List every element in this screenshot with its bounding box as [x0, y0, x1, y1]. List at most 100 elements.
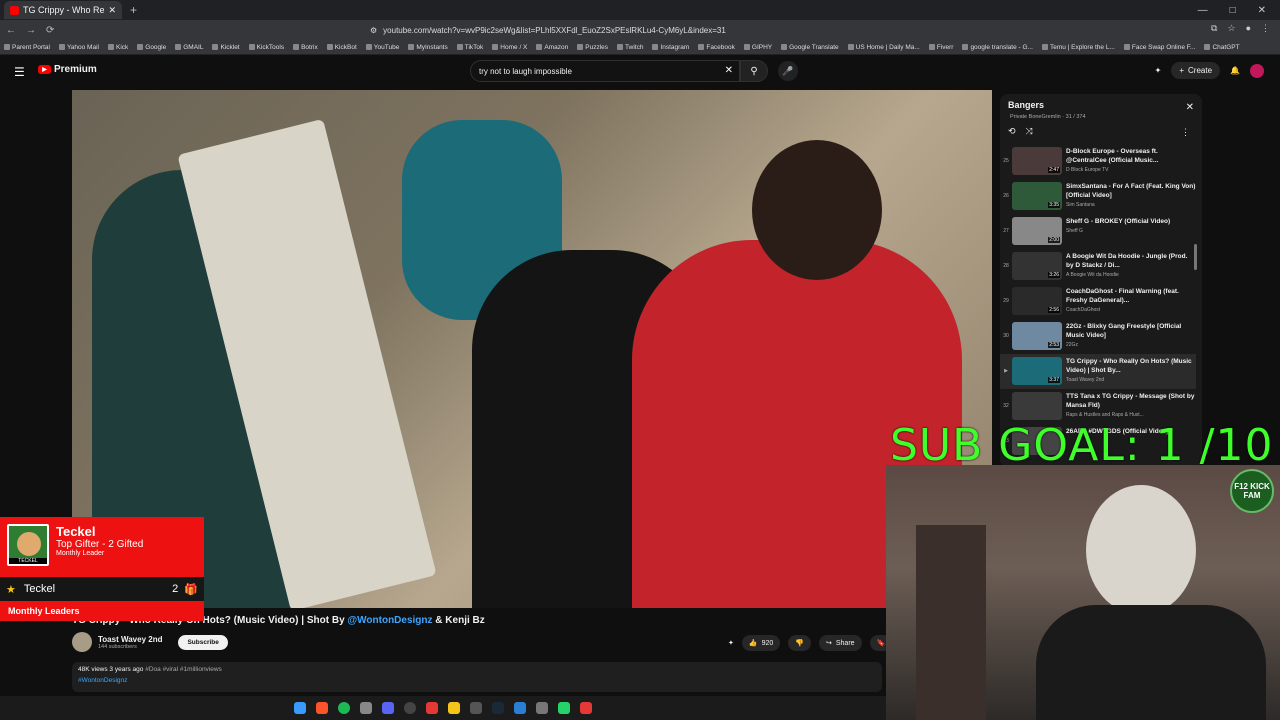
- shuffle-icon[interactable]: ⤨: [1026, 126, 1033, 137]
- cast-icon[interactable]: ✦: [1155, 66, 1162, 75]
- obs-icon[interactable]: [404, 702, 416, 714]
- bookmark-item[interactable]: MyInstants: [408, 44, 448, 51]
- search-button[interactable]: ⚲: [740, 60, 768, 82]
- profile-icon[interactable]: ●: [1246, 23, 1251, 34]
- hamburger-menu-icon[interactable]: ☰: [14, 65, 25, 79]
- bookmark-item[interactable]: Google: [137, 44, 166, 51]
- bookmark-item[interactable]: Kick: [107, 44, 128, 51]
- account-avatar[interactable]: [1250, 63, 1264, 78]
- like-button[interactable]: 👍 920: [741, 635, 781, 651]
- steam-icon[interactable]: [492, 702, 504, 714]
- playlist-scrollbar[interactable]: [1194, 244, 1197, 270]
- pin-red-icon[interactable]: [580, 702, 592, 714]
- playlist-item-duration: 3:35: [1048, 202, 1060, 208]
- bookmark-item[interactable]: TikTok: [456, 44, 483, 51]
- bookmark-item[interactable]: YouTube: [365, 44, 399, 51]
- bookmark-favicon-icon: [456, 44, 463, 50]
- sparkle-icon[interactable]: ✦: [728, 639, 734, 647]
- bookmark-label: Facebook: [706, 43, 735, 51]
- dislike-button[interactable]: 👎: [788, 635, 811, 651]
- minimize-button[interactable]: —: [1198, 5, 1208, 16]
- bookmark-item[interactable]: google translate - G...: [962, 44, 1033, 51]
- folder-icon[interactable]: [448, 702, 460, 714]
- bookmark-item[interactable]: Parent Portal: [4, 44, 50, 51]
- clear-search-icon[interactable]: ✕: [725, 65, 733, 76]
- pin-icon[interactable]: [426, 702, 438, 714]
- bookmark-item[interactable]: Google Translate: [781, 44, 839, 51]
- bookmark-item[interactable]: Yahoo Mail: [58, 44, 99, 51]
- bookmark-item[interactable]: KickBot: [326, 44, 357, 51]
- create-button[interactable]: + Create: [1171, 62, 1221, 79]
- close-window-button[interactable]: ✕: [1258, 5, 1266, 16]
- bookmark-item[interactable]: Amazon: [536, 44, 568, 51]
- video-title-link[interactable]: @WontonDesignz: [347, 615, 432, 626]
- extensions-icon[interactable]: ⧉: [1211, 23, 1217, 34]
- bookmark-label: Face Swap Online F...: [1131, 43, 1196, 51]
- channel-name[interactable]: Toast Wavey 2nd: [98, 635, 162, 644]
- maximize-button[interactable]: □: [1230, 5, 1236, 16]
- playlist-item[interactable]: 28 3:26 A Boogie Wit Da Hoodie - Jungle (P…: [1000, 249, 1196, 284]
- photos-icon[interactable]: [514, 702, 526, 714]
- bookmark-item[interactable]: Fiverr: [928, 44, 953, 51]
- playlist-item-duration: 3:26: [1048, 272, 1060, 278]
- app-icon[interactable]: [470, 702, 482, 714]
- video-player[interactable]: [72, 90, 992, 608]
- playlist-item[interactable]: ▶ 3:37 TG Crippy - Who Really On Hots? (Mu…: [1000, 354, 1196, 389]
- playlist-item[interactable]: 25 2:47 D-Block Europe - Overseas ft. @Cen…: [1000, 144, 1196, 179]
- bookmark-item[interactable]: Instagram: [652, 44, 689, 51]
- playlist-item[interactable]: 27 2:00 Sheff G - BROKEY (Official Video) S…: [1000, 214, 1196, 249]
- search-input[interactable]: try not to laugh impossible ✕: [470, 60, 740, 82]
- browser-tab[interactable]: TG Crippy - Who Really On Hots ✕: [4, 1, 122, 19]
- url-field[interactable]: ⚙ youtube.com/watch?v=wvP9ic2seWg&list=P…: [370, 23, 910, 37]
- playlist-item-text: A Boogie Wit Da Hoodie - Jungle (Prod. b…: [1066, 252, 1196, 278]
- playlist-item-channel: Raps & Hustles and Raps & Hust...: [1066, 412, 1144, 418]
- youtube-logo[interactable]: ▶ Premium: [38, 64, 97, 75]
- playlist-item[interactable]: 32 TTS Tana x TG Crippy - Message (Shot b…: [1000, 389, 1196, 424]
- bookmark-item[interactable]: ChatGPT: [1204, 44, 1240, 51]
- windows-start-icon[interactable]: [294, 702, 306, 714]
- brave-icon[interactable]: [316, 702, 328, 714]
- bookmark-item[interactable]: Puzzles: [577, 44, 608, 51]
- forward-icon[interactable]: →: [26, 25, 36, 36]
- playlist-item-channel: 22Gz: [1066, 342, 1078, 348]
- tab-close-icon[interactable]: ✕: [108, 5, 116, 16]
- settings-gear-icon[interactable]: [536, 702, 548, 714]
- bookmark-item[interactable]: US Home | Daily Ma...: [847, 44, 920, 51]
- bookmark-item[interactable]: KickTools: [248, 44, 284, 51]
- menu-icon[interactable]: ⋮: [1261, 23, 1270, 34]
- voice-search-button[interactable]: 🎤: [778, 61, 798, 81]
- hashtags[interactable]: #Doa #viral #1millionviews: [145, 666, 222, 673]
- bookmark-item[interactable]: Temu | Explore the L...: [1041, 44, 1115, 51]
- bookmark-item[interactable]: GIPHY: [743, 44, 772, 51]
- playlist-item[interactable]: 29 2:56 CoachDaGhost - Final Warning (feat…: [1000, 284, 1196, 319]
- back-icon[interactable]: ←: [6, 25, 16, 36]
- bookmark-item[interactable]: Botrix: [293, 44, 318, 51]
- share-button[interactable]: ↪ Share: [819, 635, 862, 651]
- playlist-more-icon[interactable]: ⋮: [1181, 127, 1190, 138]
- site-info-icon[interactable]: ⚙: [370, 26, 377, 35]
- spotify-icon[interactable]: [338, 702, 350, 714]
- playlist-item[interactable]: 26 3:35 SimxSantana - For A Fact (Feat. Ki…: [1000, 179, 1196, 214]
- playlist-close-icon[interactable]: ✕: [1186, 102, 1194, 113]
- playlist-item-duration: 2:47: [1048, 167, 1060, 173]
- bookmark-item[interactable]: Home / X: [492, 44, 527, 51]
- bookmark-item[interactable]: Twitch: [617, 44, 643, 51]
- notifications-bell-icon[interactable]: 🔔: [1230, 66, 1240, 75]
- bookmark-item[interactable]: GMAIL: [175, 44, 203, 51]
- bookmark-item[interactable]: Facebook: [698, 44, 735, 51]
- bookmark-item[interactable]: Kicklet: [212, 44, 240, 51]
- discord-icon[interactable]: [382, 702, 394, 714]
- reload-icon[interactable]: ⟳: [46, 25, 54, 36]
- whatsapp-icon[interactable]: [558, 702, 570, 714]
- description-link[interactable]: #WontonDesignz: [78, 677, 876, 684]
- loop-icon[interactable]: ⟲: [1008, 126, 1016, 137]
- channel-avatar[interactable]: [72, 632, 92, 652]
- subscribe-button[interactable]: Subscribe: [178, 634, 228, 650]
- playlist-title[interactable]: Bangers: [1008, 100, 1044, 110]
- bookmark-star-icon[interactable]: ☆: [1227, 23, 1235, 34]
- new-tab-button[interactable]: +: [130, 3, 137, 17]
- calendar-icon[interactable]: [360, 702, 372, 714]
- video-description[interactable]: 48K views 3 years ago #Doa #viral #1mill…: [72, 662, 882, 692]
- playlist-item[interactable]: 30 2:53 22Gz - Blixky Gang Freestyle [Offi…: [1000, 319, 1196, 354]
- bookmark-item[interactable]: Face Swap Online F...: [1123, 43, 1196, 51]
